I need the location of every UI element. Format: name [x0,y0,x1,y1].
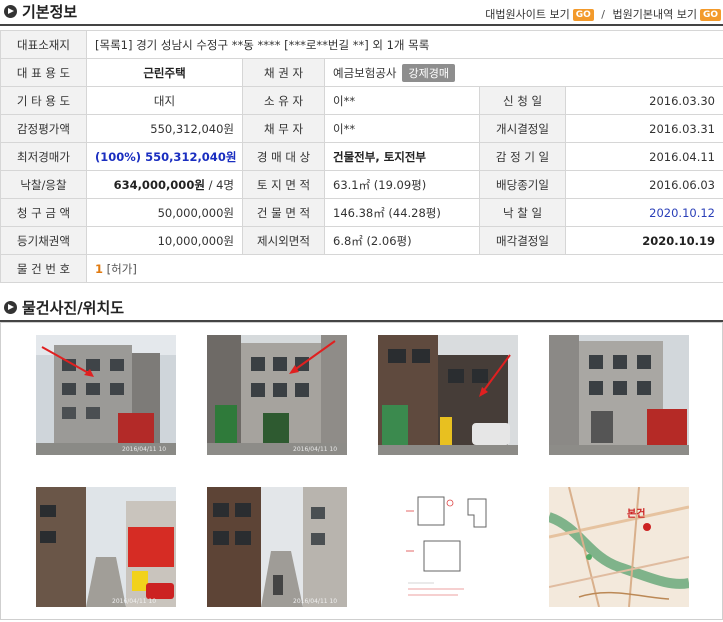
other-use-value: 대지 [86,86,243,115]
bidder-count: / 4명 [208,177,234,192]
location-map-image[interactable]: 본건 [549,487,689,607]
excluded-area-label: 제시외면적 [242,226,325,255]
debtor-label: 채 무 자 [242,114,325,143]
map-target-label: 본건 [627,507,645,520]
sale-decision-label: 매각결정일 [479,226,566,255]
dividend-deadline-label: 배당종기일 [479,170,566,199]
photo-gallery: 2016/04/11 10 2016/04/11 10 2016/04/11 1… [0,322,723,620]
court-details-link[interactable]: 법원기본내역 보기 [612,8,696,21]
registered-claim-label: 등기채권액 [0,226,87,255]
item-number-label: 물 건 번 호 [0,254,87,283]
main-use-value: 근린주택 [86,58,243,87]
supreme-court-site-link[interactable]: 대법원사이트 보기 [485,8,569,21]
link-separator: / [601,8,605,21]
appraisal-value: 550,312,040원 [86,114,243,143]
building-area-value: 146.38㎡ (44.28평) [324,198,480,227]
property-photo-5[interactable]: 2016/04/11 10 [36,487,176,607]
address-label: 대표소재지 [0,30,87,59]
min-price-percent: (100%) [95,149,142,164]
start-decision-value: 2016.03.31 [565,114,723,143]
header-links: 대법원사이트 보기 GO / 법원기본내역 보기 GO [485,6,721,22]
table-row: 물 건 번 호 1 [허가] [0,254,723,283]
table-row: 등기채권액 10,000,000원 제시외면적 6.8㎡ (2.06평) 매각결… [0,226,723,255]
property-photo-3[interactable] [378,335,518,455]
dividend-deadline-value: 2016.06.03 [565,170,723,199]
min-price-cell: (100%) 550,312,040원 [86,142,243,171]
appraisal-label: 감정평가액 [0,114,87,143]
auction-type-badge: 강제경매 [402,63,455,82]
creditor-label: 채 권 자 [242,58,325,87]
svg-text:2016/04/11 10: 2016/04/11 10 [112,598,156,605]
table-row: 대 표 용 도 근린주택 채 권 자 예금보험공사 강제경매 [0,58,723,87]
table-row: 대표소재지 [목록1] 경기 성남시 수정구 **동 **** [***로**번… [0,30,723,59]
property-photo-6[interactable]: 2016/04/11 10 [207,487,347,607]
svg-text:2016/04/11 10: 2016/04/11 10 [293,598,337,605]
auction-target-value: 건물전부, 토지전부 [324,142,480,171]
winning-bid-cell: 634,000,000원 / 4명 [86,170,243,199]
land-area-label: 토 지 면 적 [242,170,325,199]
winning-bid-label: 낙찰/응찰 [0,170,87,199]
basic-info-table: 대표소재지 [목록1] 경기 성남시 수정구 **동 **** [***로**번… [0,30,723,283]
owner-label: 소 유 자 [242,86,325,115]
min-price-value: 550,312,040원 [145,149,237,164]
debtor-value: 이** [324,114,480,143]
item-number-cell: 1 [허가] [86,254,723,283]
table-row: 감정평가액 550,312,040원 채 무 자 이** 개시결정일 2016.… [0,114,723,143]
bid-date-value: 2020.10.12 [565,198,723,227]
address-value: [목록1] 경기 성남시 수정구 **동 **** [***로**번길 **] … [86,30,723,59]
item-number-value: 1 [95,261,104,276]
other-use-label: 기 타 용 도 [0,86,87,115]
photo-timestamp: 2016/04/11 10 [122,446,166,453]
property-photo-2[interactable]: 2016/04/11 10 [207,335,347,455]
bullet-arrow-icon [4,5,17,18]
start-decision-label: 개시결정일 [479,114,566,143]
bid-date-label: 낙 찰 일 [479,198,566,227]
min-price-label: 최저경매가 [0,142,87,171]
appraisal-date-label: 감 정 기 일 [479,142,566,171]
supreme-court-go-button[interactable]: GO [572,9,594,21]
land-area-value: 63.1㎡ (19.09평) [324,170,480,199]
header-divider [0,24,723,26]
basic-info-header: 기본정보 대법원사이트 보기 GO / 법원기본내역 보기 GO [0,0,723,26]
table-row: 낙찰/응찰 634,000,000원 / 4명 토 지 면 적 63.1㎡ (1… [0,170,723,199]
court-details-go-button[interactable]: GO [699,9,721,21]
appraisal-date-value: 2016.04.11 [565,142,723,171]
owner-value: 이** [324,86,480,115]
winning-bid-value: 634,000,000원 [113,177,205,192]
main-use-label: 대 표 용 도 [0,58,87,87]
building-area-label: 건 물 면 적 [242,198,325,227]
bullet-arrow-icon [4,301,17,314]
item-number-status: [허가] [106,261,137,276]
table-row: 청 구 금 액 50,000,000원 건 물 면 적 146.38㎡ (44.… [0,198,723,227]
claim-amount-label: 청 구 금 액 [0,198,87,227]
svg-text:2016/04/11 10: 2016/04/11 10 [293,446,337,453]
creditor-cell: 예금보험공사 강제경매 [324,58,723,87]
table-row: 최저경매가 (100%) 550,312,040원 경 매 대 상 건물전부, … [0,142,723,171]
photos-header: 물건사진/위치도 [0,296,723,322]
registered-claim-value: 10,000,000원 [86,226,243,255]
creditor-value: 예금보험공사 [333,65,397,80]
sale-decision-value: 2020.10.19 [565,226,723,255]
floor-plan-image[interactable] [378,487,518,607]
basic-info-title: 기본정보 [22,3,78,21]
auction-target-label: 경 매 대 상 [242,142,325,171]
excluded-area-value: 6.8㎡ (2.06평) [324,226,480,255]
table-row: 기 타 용 도 대지 소 유 자 이** 신 청 일 2016.03.30 [0,86,723,115]
claim-amount-value: 50,000,000원 [86,198,243,227]
apply-date-value: 2016.03.30 [565,86,723,115]
photos-title: 물건사진/위치도 [22,299,125,317]
apply-date-label: 신 청 일 [479,86,566,115]
property-photo-1[interactable]: 2016/04/11 10 [36,335,176,455]
property-photo-4[interactable] [549,335,689,455]
